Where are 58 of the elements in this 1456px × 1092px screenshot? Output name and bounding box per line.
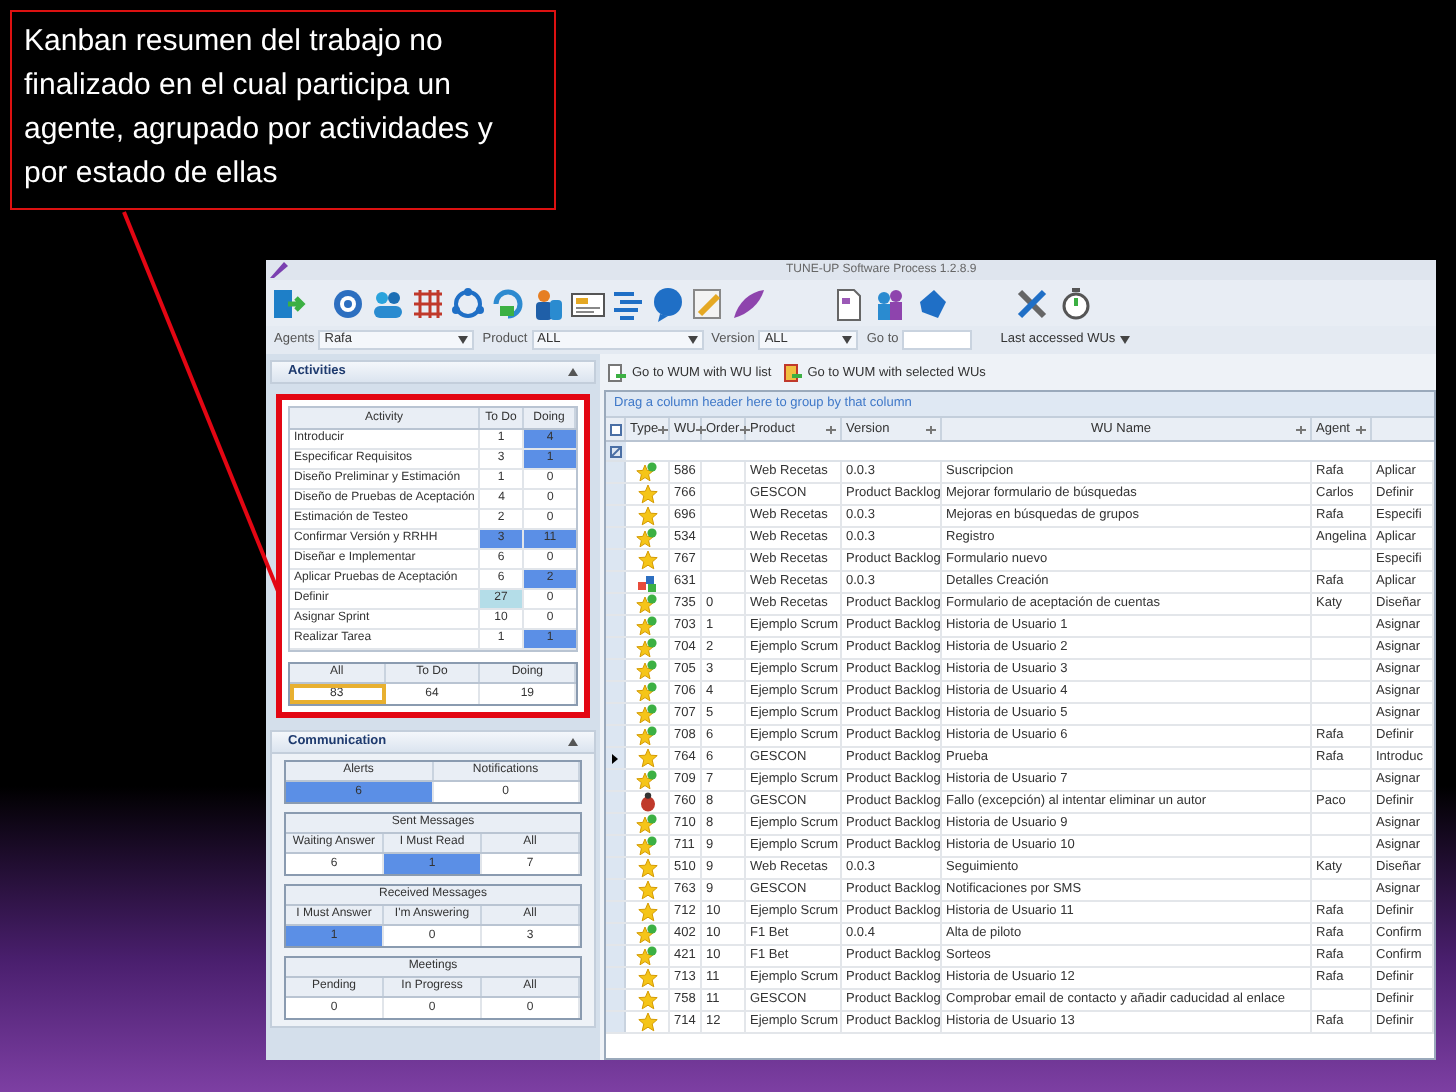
annotation-callout: Kanban resumen del trabajo no finalizado en el cual participa un agente, agrupado por actividades y por estado de ellas bbox=[10, 10, 556, 210]
caret-icon bbox=[842, 336, 853, 344]
star-badge-icon bbox=[636, 638, 658, 658]
star-badge-icon bbox=[636, 946, 658, 966]
star-badge-icon bbox=[636, 660, 658, 680]
refresh-icon[interactable] bbox=[490, 285, 526, 321]
grid-icon[interactable] bbox=[410, 285, 446, 321]
column-chooser-icon[interactable] bbox=[609, 423, 621, 435]
star-badge-icon bbox=[636, 924, 658, 944]
star-icon bbox=[637, 748, 657, 768]
pin-icon[interactable] bbox=[926, 425, 936, 433]
star-badge-icon bbox=[636, 462, 658, 482]
pin-icon[interactable] bbox=[658, 425, 669, 433]
row-selector[interactable] bbox=[606, 748, 626, 768]
star-badge-icon bbox=[636, 616, 658, 636]
star-icon bbox=[637, 484, 657, 504]
chevron-up-icon[interactable] bbox=[568, 738, 578, 746]
goto-field[interactable] bbox=[902, 330, 973, 350]
filter-row-icon[interactable] bbox=[610, 445, 622, 457]
bug-icon bbox=[639, 792, 655, 812]
star-icon bbox=[637, 880, 657, 900]
feather-icon[interactable] bbox=[730, 285, 766, 321]
chat-icon[interactable] bbox=[650, 285, 686, 321]
chevron-up-icon[interactable] bbox=[568, 368, 578, 376]
star-badge-icon bbox=[636, 704, 658, 724]
stopwatch-icon[interactable] bbox=[1058, 285, 1094, 321]
people-icon[interactable] bbox=[530, 285, 566, 321]
star-badge-icon bbox=[636, 528, 658, 548]
star-icon bbox=[637, 902, 657, 922]
pin-icon[interactable] bbox=[826, 425, 836, 433]
filter-row-selector[interactable] bbox=[606, 442, 626, 460]
star-badge-icon bbox=[636, 770, 658, 790]
pin-icon[interactable] bbox=[1296, 425, 1306, 433]
blocks-icon bbox=[637, 573, 657, 591]
star-icon bbox=[637, 858, 657, 878]
star-badge-icon bbox=[636, 682, 658, 702]
help-icon[interactable] bbox=[330, 285, 366, 321]
star-icon bbox=[637, 990, 657, 1010]
caret-icon bbox=[458, 336, 469, 344]
caret-icon bbox=[687, 336, 698, 344]
edit-icon[interactable] bbox=[690, 285, 726, 321]
pin-icon[interactable] bbox=[1356, 425, 1366, 433]
star-icon bbox=[637, 506, 657, 526]
star-icon bbox=[637, 1012, 657, 1032]
door-icon[interactable] bbox=[270, 285, 306, 321]
star-badge-icon bbox=[636, 594, 658, 614]
people-icon[interactable] bbox=[872, 285, 908, 321]
star-badge-icon bbox=[636, 836, 658, 856]
pin-icon[interactable] bbox=[739, 425, 750, 433]
tools-icon[interactable] bbox=[1014, 285, 1050, 321]
star-badge-icon bbox=[636, 726, 658, 746]
pin-icon[interactable] bbox=[695, 425, 706, 433]
row-pointer-icon bbox=[612, 753, 618, 763]
caret-icon bbox=[1119, 336, 1130, 344]
star-icon bbox=[637, 550, 657, 570]
star-icon bbox=[637, 968, 657, 988]
network-icon[interactable] bbox=[450, 285, 486, 321]
star-badge-icon bbox=[636, 814, 658, 834]
